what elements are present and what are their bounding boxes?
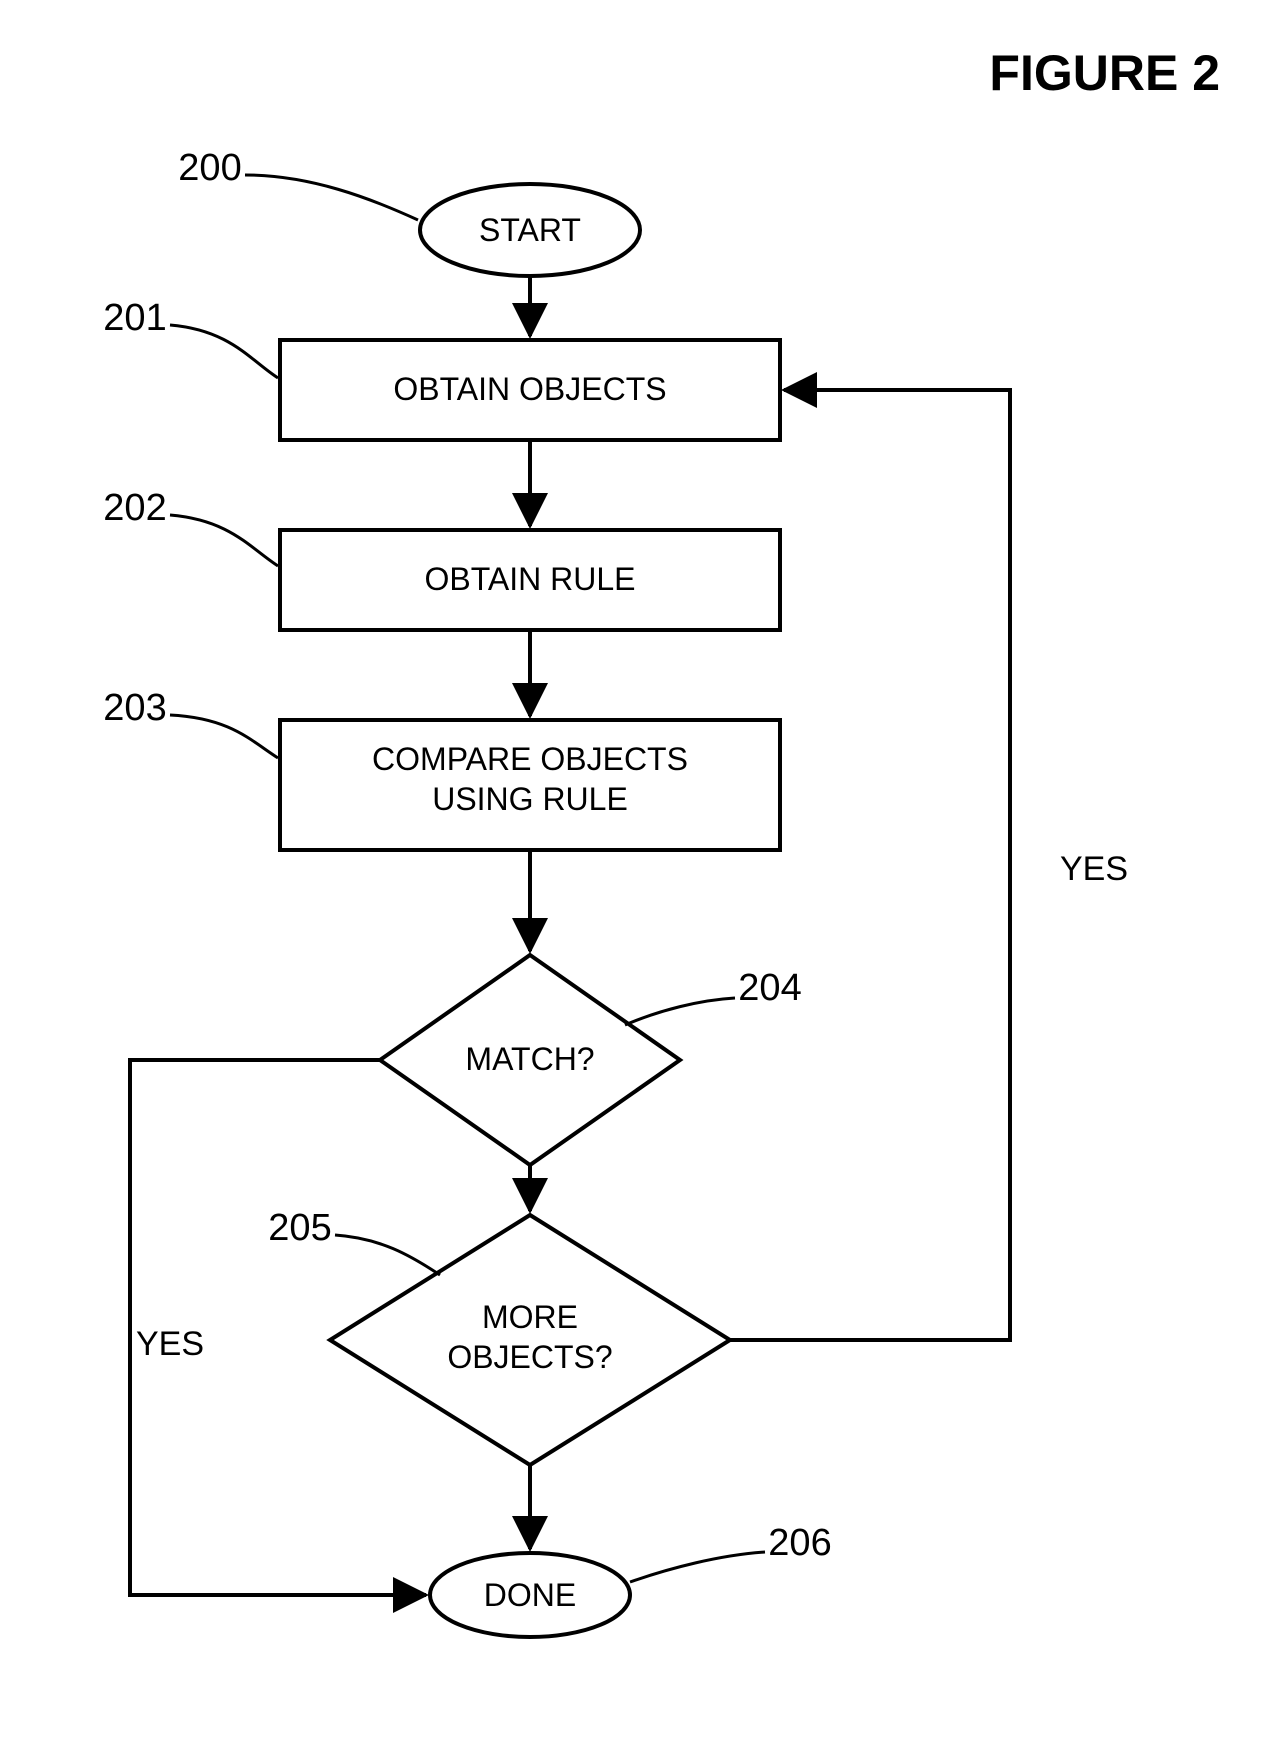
lead-201 bbox=[170, 325, 278, 378]
lead-204 bbox=[625, 998, 735, 1025]
ref-201: 201 bbox=[103, 297, 166, 339]
obtain-objects-text: OBTAIN OBJECTS bbox=[393, 371, 666, 407]
compare-text-l2: USING RULE bbox=[432, 781, 628, 817]
edge-more-yes-label: YES bbox=[1060, 850, 1128, 888]
ref-203: 203 bbox=[103, 687, 166, 729]
ref-200: 200 bbox=[178, 147, 241, 189]
flowchart: FIGURE 2 START OBTAIN OBJECTS OBTAIN RUL… bbox=[0, 0, 1288, 1761]
ref-206: 206 bbox=[768, 1522, 831, 1564]
ref-205: 205 bbox=[268, 1207, 331, 1249]
lead-205 bbox=[335, 1235, 440, 1275]
lead-206 bbox=[630, 1552, 765, 1582]
obtain-rule-text: OBTAIN RULE bbox=[425, 561, 636, 597]
start-text: START bbox=[479, 212, 581, 248]
more-text-l1: MORE bbox=[482, 1299, 578, 1335]
lead-200 bbox=[245, 175, 418, 220]
ref-202: 202 bbox=[103, 487, 166, 529]
compare-text-l1: COMPARE OBJECTS bbox=[372, 741, 688, 777]
more-text-l2: OBJECTS? bbox=[447, 1339, 612, 1375]
lead-203 bbox=[170, 715, 278, 758]
figure-title: FIGURE 2 bbox=[989, 45, 1220, 101]
done-text: DONE bbox=[484, 1577, 576, 1613]
ref-204: 204 bbox=[738, 967, 801, 1009]
lead-202 bbox=[170, 515, 278, 566]
edge-match-yes-label: YES bbox=[136, 1325, 204, 1363]
match-text: MATCH? bbox=[465, 1041, 594, 1077]
